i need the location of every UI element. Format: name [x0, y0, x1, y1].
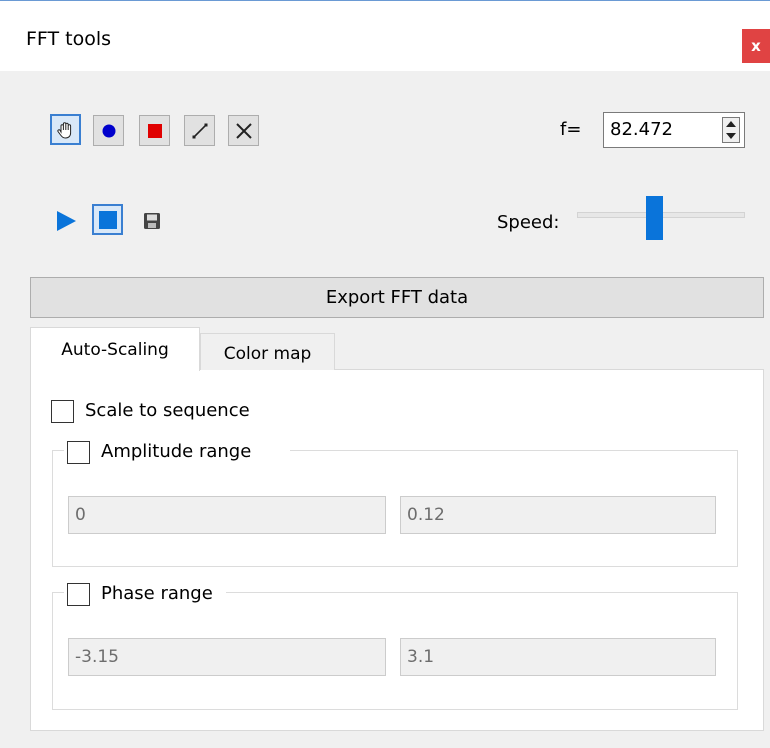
frequency-value[interactable]: 82.472	[610, 118, 673, 142]
speed-slider-thumb[interactable]	[646, 196, 664, 240]
hand-tool-button[interactable]	[50, 114, 81, 145]
chevron-down-icon	[726, 133, 736, 139]
stop-icon	[98, 210, 117, 229]
chevron-up-icon	[726, 121, 736, 127]
play-button[interactable]	[50, 205, 81, 236]
scale-to-sequence-checkbox[interactable]	[51, 400, 74, 423]
square-tool-button[interactable]	[139, 115, 170, 146]
spin-down-button[interactable]	[723, 130, 739, 142]
tab-color-map[interactable]: Color map	[200, 333, 335, 370]
phase-min-field[interactable]: -3.15	[68, 638, 386, 676]
close-button[interactable]: x	[742, 29, 770, 63]
export-fft-data-button[interactable]: Export FFT data	[30, 277, 764, 318]
hand-icon	[56, 121, 71, 139]
amplitude-range-label: Amplitude range	[101, 441, 252, 462]
square-icon	[147, 123, 162, 138]
speed-label: Speed:	[497, 212, 560, 233]
phase-range-label: Phase range	[101, 583, 213, 604]
phase-max-field[interactable]: 3.1	[400, 638, 716, 676]
spin-arrows	[722, 117, 740, 143]
save-icon	[143, 212, 160, 229]
scale-to-sequence-label: Scale to sequence	[85, 400, 250, 421]
stop-button[interactable]	[92, 204, 123, 235]
x-icon	[235, 122, 252, 139]
circle-tool-button[interactable]	[93, 115, 124, 146]
line-icon	[192, 123, 207, 138]
fft-tools-window: FFT tools x f= 82.472 Speed: Export FFT …	[0, 0, 770, 748]
tab-auto-scaling[interactable]: Auto-Scaling	[30, 327, 200, 371]
amplitude-max-field[interactable]: 0.12	[400, 496, 716, 534]
line-tool-button[interactable]	[184, 115, 215, 146]
phase-range-checkbox[interactable]	[67, 583, 90, 606]
play-icon	[56, 210, 76, 231]
amplitude-range-checkbox[interactable]	[67, 441, 90, 464]
spin-up-button[interactable]	[723, 118, 739, 130]
auto-scaling-panel: Scale to sequence Amplitude range 0 0.12…	[30, 369, 764, 731]
frequency-label: f=	[560, 119, 582, 140]
amplitude-min-field[interactable]: 0	[68, 496, 386, 534]
save-button[interactable]	[136, 205, 167, 236]
circle-icon	[102, 124, 115, 137]
clear-tool-button[interactable]	[228, 115, 259, 146]
window-title: FFT tools	[26, 28, 112, 50]
frequency-spinbox[interactable]: 82.472	[603, 112, 745, 148]
title-bar: FFT tools	[0, 1, 770, 71]
